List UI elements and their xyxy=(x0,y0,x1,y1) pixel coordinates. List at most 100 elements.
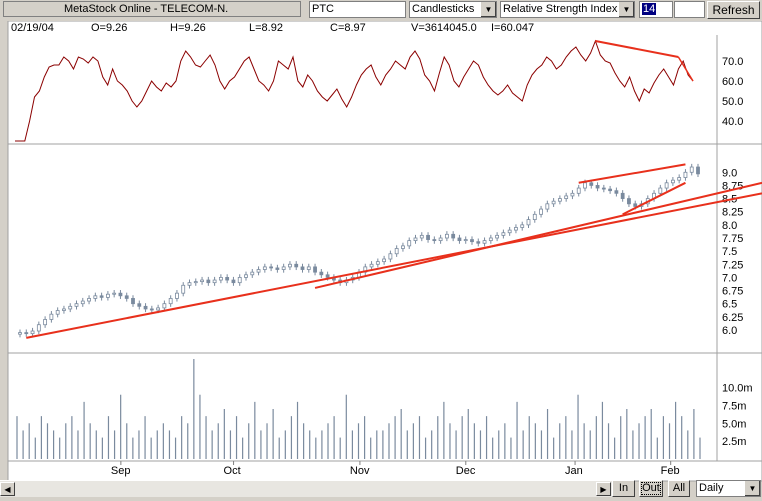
candle-body xyxy=(138,304,141,307)
candle-body xyxy=(251,272,254,275)
zoom-out-button[interactable]: Out xyxy=(639,480,663,497)
scroll-left-icon[interactable]: ◀ xyxy=(0,482,15,496)
price-tick-label: 6.5 xyxy=(722,299,737,311)
candle-body xyxy=(263,267,266,270)
refresh-button[interactable]: Refresh xyxy=(707,1,760,19)
interval-value: Daily xyxy=(699,481,723,496)
chevron-down-icon[interactable]: ▼ xyxy=(480,2,496,17)
candle-body xyxy=(119,293,122,296)
chart-style-select[interactable]: Candlesticks ▼ xyxy=(409,1,497,18)
candle-body xyxy=(452,234,455,238)
info-low: L=8.92 xyxy=(249,22,283,34)
rsi-tick-label: 60.0 xyxy=(722,76,743,88)
candle-body xyxy=(169,298,172,303)
chart-style-value: Candlesticks xyxy=(412,2,474,17)
candle-body xyxy=(270,267,273,268)
candle-body xyxy=(395,249,398,254)
candle-body xyxy=(433,240,436,241)
candle-body xyxy=(106,294,109,297)
candle-body xyxy=(445,234,448,238)
chevron-down-icon[interactable]: ▼ xyxy=(618,2,634,17)
candle-body xyxy=(182,285,185,293)
candle-body xyxy=(420,235,423,238)
candle-body xyxy=(163,304,166,308)
price-tick-label: 6.25 xyxy=(722,312,743,324)
indicator-select[interactable]: Relative Strength Index ▼ xyxy=(500,1,635,18)
volume-tick-label: 7.5m xyxy=(722,400,746,412)
price-tick-label: 6.0 xyxy=(722,325,737,337)
candle-body xyxy=(602,188,605,189)
candle-body xyxy=(188,283,191,286)
candle-body xyxy=(571,193,574,196)
price-tick-label: 7.5 xyxy=(722,246,737,258)
candle-body xyxy=(245,275,248,278)
volume-tick-label: 10.0m xyxy=(722,383,753,395)
candle-body xyxy=(527,220,530,225)
candle-body xyxy=(150,309,153,310)
candle-body xyxy=(31,331,34,334)
candle-body xyxy=(44,319,47,324)
indicator-value: Relative Strength Index xyxy=(503,2,617,17)
horizontal-scrollbar[interactable]: ◀ ▶ xyxy=(0,480,612,497)
candle-body xyxy=(301,267,304,270)
candle-body xyxy=(113,293,116,294)
candle-body xyxy=(508,230,511,233)
candle-body xyxy=(37,325,40,331)
candle-body xyxy=(615,191,618,194)
candle-body xyxy=(546,204,549,209)
candle-body xyxy=(50,314,53,319)
interval-select[interactable]: Daily ▼ xyxy=(696,480,761,497)
app-title: MetaStock Online - TELECOM-N. xyxy=(3,1,301,17)
zoom-all-button[interactable]: All xyxy=(668,480,690,497)
zoom-in-button[interactable]: In xyxy=(612,480,635,497)
toolbar: MetaStock Online - TELECOM-N. PTC Candle… xyxy=(0,0,762,21)
candle-body xyxy=(427,235,430,239)
price-tick-label: 8.0 xyxy=(722,220,737,232)
candle-body xyxy=(370,264,373,267)
candle-body xyxy=(609,189,612,191)
price-tick-label: 9.0 xyxy=(722,167,737,179)
month-label: Nov xyxy=(350,465,370,477)
candle-body xyxy=(19,333,22,335)
candle-body xyxy=(521,225,524,228)
candle-body xyxy=(100,296,103,298)
candle-body xyxy=(671,180,674,183)
candle-body xyxy=(565,196,568,199)
candle-body xyxy=(464,240,467,241)
month-label: Feb xyxy=(661,465,680,477)
price-tick-label: 8.25 xyxy=(722,207,743,219)
candle-body xyxy=(533,214,536,219)
scroll-right-icon[interactable]: ▶ xyxy=(596,482,611,496)
candle-body xyxy=(75,304,78,307)
period-value: 14 xyxy=(642,3,656,15)
candle-body xyxy=(288,264,291,267)
period-input[interactable]: 14 xyxy=(639,1,673,18)
candle-body xyxy=(320,272,323,275)
info-date: 02/19/04 xyxy=(11,22,54,34)
candle-body xyxy=(439,238,442,241)
candle-body xyxy=(314,267,317,272)
candle-body xyxy=(483,241,486,244)
info-high: H=9.26 xyxy=(170,22,206,34)
rsi-tick-label: 70.0 xyxy=(722,56,743,68)
candle-body xyxy=(232,280,235,283)
candle-body xyxy=(213,280,216,283)
candle-body xyxy=(489,238,492,241)
candle-body xyxy=(678,178,681,181)
candle-body xyxy=(540,209,543,214)
month-label: Sep xyxy=(111,465,131,477)
candle-body xyxy=(295,264,298,267)
candle-body xyxy=(94,296,97,299)
candle-body xyxy=(577,188,580,193)
symbol-input[interactable]: PTC xyxy=(309,1,406,18)
chevron-down-icon[interactable]: ▼ xyxy=(744,481,760,496)
candle-body xyxy=(552,201,555,204)
candle-body xyxy=(634,204,637,207)
candle-body xyxy=(132,298,135,303)
candle-body xyxy=(276,268,279,270)
period-extra-input[interactable] xyxy=(674,1,705,18)
candle-body xyxy=(207,280,210,283)
chart-canvas: 70.060.050.040.0 9.08.758.58.258.07.757.… xyxy=(0,21,762,501)
candle-body xyxy=(584,183,587,188)
candle-body xyxy=(125,296,128,299)
